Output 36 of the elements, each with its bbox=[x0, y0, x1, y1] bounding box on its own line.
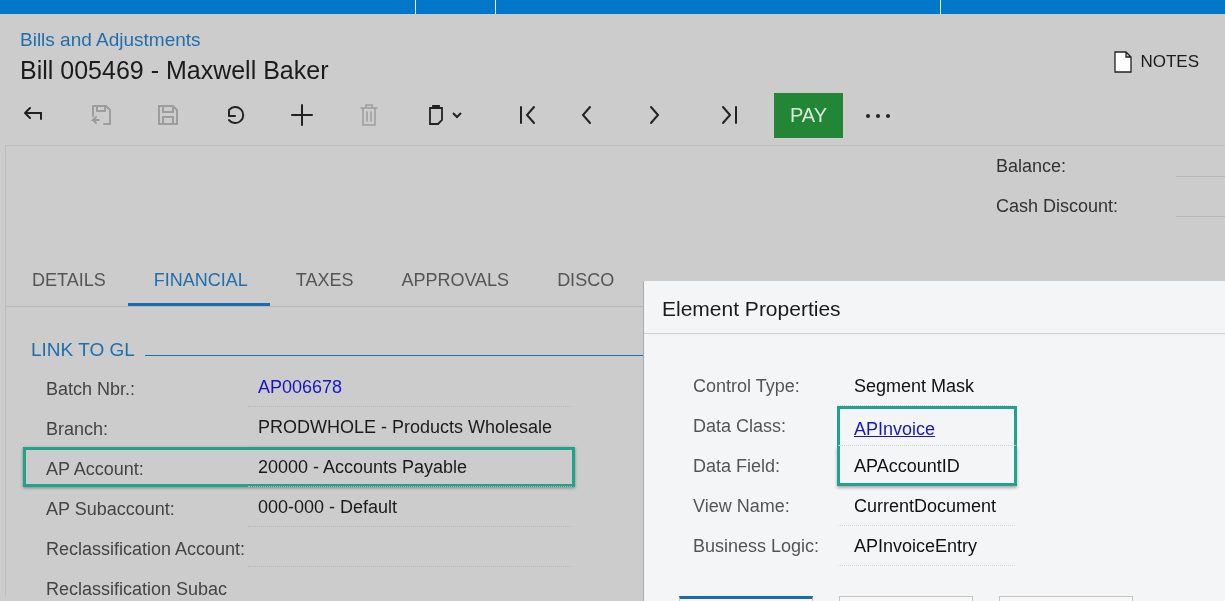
batch-link[interactable]: AP006678 bbox=[247, 367, 572, 407]
property-label: View Name: bbox=[693, 495, 791, 517]
tab[interactable]: DISCO bbox=[531, 266, 615, 306]
property-label: Control Type: bbox=[693, 375, 801, 397]
tab[interactable]: DETAILS bbox=[6, 266, 128, 306]
property-label: Business Logic: bbox=[693, 535, 821, 557]
field-value: 20000 - Accounts Payable bbox=[247, 447, 572, 487]
tab[interactable]: APPROVALS bbox=[375, 266, 532, 306]
plus-icon bbox=[288, 101, 316, 129]
summary-label: Balance: bbox=[996, 155, 1068, 177]
property-value: CurrentDocument bbox=[837, 486, 1017, 526]
field-label: AP Account: bbox=[46, 457, 145, 480]
section-title: LINK TO GL bbox=[31, 339, 135, 361]
property-value: APAccountID bbox=[837, 446, 1017, 486]
property-link[interactable]: APInvoice bbox=[837, 406, 1017, 446]
field-label: Branch: bbox=[46, 417, 110, 440]
field-value: 000-000 - Default bbox=[247, 487, 572, 527]
field-label: AP Subaccount: bbox=[46, 497, 176, 520]
dialog-title: Element Properties bbox=[644, 281, 1225, 334]
pay-button[interactable]: PAY bbox=[774, 92, 843, 138]
property-value: APInvoiceEntry bbox=[837, 526, 1017, 566]
more-icon bbox=[864, 111, 892, 120]
notes-button[interactable]: NOTES bbox=[1108, 49, 1205, 75]
property-label: Data Field: bbox=[693, 455, 782, 477]
property-value: Segment Mask bbox=[837, 366, 1017, 406]
field-label: Reclassification Account: bbox=[46, 537, 247, 560]
summary-label: Cash Discount: bbox=[996, 195, 1120, 217]
breadcrumb-link[interactable]: Bills and Adjustments bbox=[20, 29, 329, 51]
page-title: Bill 005469 - Maxwell Baker bbox=[20, 56, 329, 85]
tab[interactable]: TAXES bbox=[269, 266, 376, 306]
field-label: Reclassification Subac bbox=[46, 577, 229, 600]
field-label: Batch Nbr.: bbox=[46, 377, 137, 400]
tab[interactable]: FINANCIAL bbox=[127, 266, 270, 306]
field-value: PRODWHOLE - Products Wholesale bbox=[247, 407, 572, 447]
document-icon bbox=[1114, 51, 1133, 73]
property-label: Data Class: bbox=[693, 415, 788, 437]
